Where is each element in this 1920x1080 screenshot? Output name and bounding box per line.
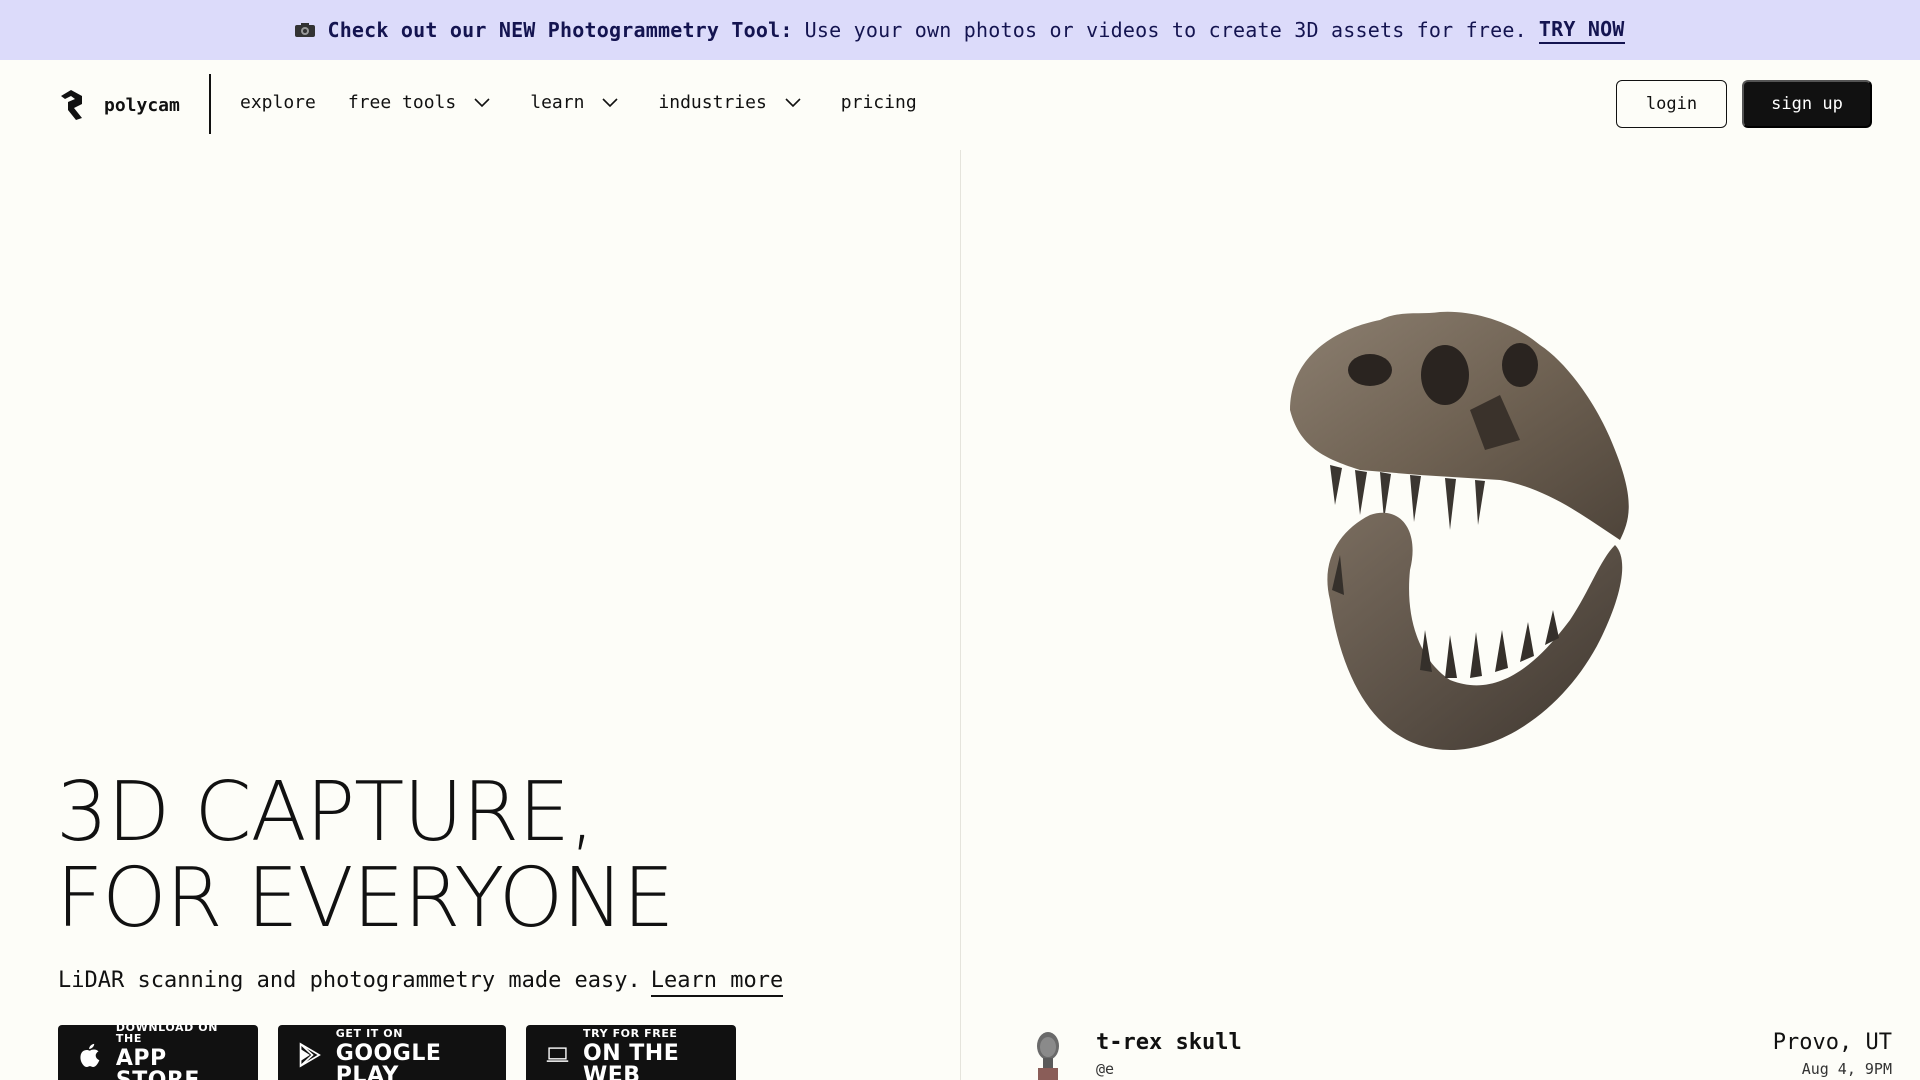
app-store-button[interactable]: DOWNLOAD ON THE APP STORE — [58, 1021, 258, 1080]
login-button[interactable]: login — [1616, 80, 1727, 128]
hero-title: 3D CAPTURE, FOR EVERYONE — [56, 770, 916, 942]
hero-title-line2: FOR EVERYONE — [56, 851, 675, 946]
t-rex-skull-model — [1290, 311, 1629, 750]
web-big: ON THE WEB — [583, 1040, 680, 1080]
nav-free-tools-label: free tools — [347, 92, 457, 113]
laptop-icon — [546, 1047, 569, 1062]
google-play-big: GOOGLE PLAY — [335, 1040, 442, 1080]
hero-subtitle: LiDAR scanning and photogrammetry made e… — [58, 968, 784, 997]
model-card[interactable]: t-rex skull @e Provo, UT Aug 4, 9PM — [1030, 1020, 1900, 1080]
apple-icon — [80, 1043, 100, 1067]
nav-free-tools[interactable]: free tools — [348, 92, 490, 113]
app-store-big: APP STORE — [115, 1046, 200, 1080]
nav-pricing-label: pricing — [840, 92, 917, 113]
web-button[interactable]: TRY FOR FREE ON THE WEB — [526, 1025, 736, 1080]
signup-button[interactable]: sign up — [1742, 80, 1872, 128]
banner-text: Use your own photos or videos to create … — [804, 18, 1527, 42]
nav-pricing[interactable]: pricing — [841, 92, 917, 113]
header-divider — [209, 74, 211, 134]
store-buttons: DOWNLOAD ON THE APP STORE GET IT ON GOOG… — [58, 1021, 736, 1080]
hero-title-line1: 3D CAPTURE, — [56, 765, 595, 860]
chevron-down-icon — [474, 97, 490, 107]
nav-industries-label: industries — [658, 92, 767, 113]
nav-industries[interactable]: industries — [658, 92, 801, 113]
model-date: Aug 4, 9PM — [1801, 1060, 1892, 1078]
logo-wordmark: polycam — [104, 94, 180, 116]
camera-icon — [295, 23, 316, 37]
3d-model-viewer[interactable] — [1270, 300, 1650, 760]
site-header: polycam explore free tools learn industr… — [0, 60, 1920, 150]
polycam-logo[interactable]: polycam — [58, 88, 180, 122]
nav-explore-label: explore — [240, 92, 316, 113]
polycam-logo-icon — [61, 90, 82, 120]
panel-divider — [960, 150, 961, 1080]
google-play-icon — [299, 1042, 321, 1068]
model-title[interactable]: t-rex skull — [1096, 1030, 1242, 1055]
nav-explore[interactable]: explore — [240, 92, 316, 113]
user-avatar[interactable] — [1030, 1030, 1066, 1080]
nav-learn-label: learn — [530, 92, 585, 113]
announcement-banner: Check out our NEW Photogrammetry Tool: U… — [0, 0, 1920, 60]
chevron-down-icon — [602, 97, 618, 107]
try-now-link[interactable]: TRY NOW — [1538, 17, 1625, 44]
google-play-button[interactable]: GET IT ON GOOGLE PLAY — [278, 1025, 506, 1080]
hero-subtitle-text: LiDAR scanning and photogrammetry made e… — [58, 968, 641, 993]
app-store-small: DOWNLOAD ON THE — [115, 1021, 219, 1045]
main-nav: explore free tools learn industries pric… — [240, 92, 917, 113]
model-user[interactable]: @e — [1096, 1060, 1114, 1078]
web-small: TRY FOR FREE — [583, 1026, 678, 1040]
chevron-down-icon — [785, 97, 801, 107]
learn-more-link[interactable]: Learn more — [650, 968, 784, 997]
model-location: Provo, UT — [1772, 1030, 1892, 1055]
google-play-small: GET IT ON — [335, 1026, 404, 1040]
banner-headline: Check out our NEW Photogrammetry Tool: — [327, 18, 793, 42]
nav-learn[interactable]: learn — [530, 92, 618, 113]
